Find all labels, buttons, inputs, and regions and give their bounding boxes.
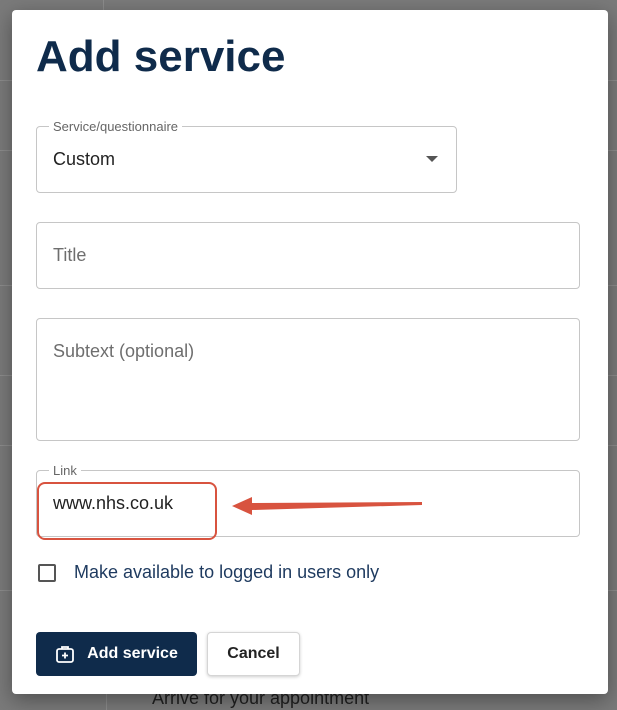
service-select-label: Service/questionnaire [49,119,183,134]
logged-in-only-label[interactable]: Make available to logged in users only [74,562,379,583]
subtext-textarea-placeholder: Subtext (optional) [53,341,195,361]
cancel-button-label: Cancel [227,645,280,662]
more-vert-icon: ⋮ [610,318,617,343]
chevron-down-icon[interactable] [426,156,438,162]
subtext-textarea[interactable]: Subtext (optional) [36,318,580,441]
cancel-button[interactable]: Cancel [207,632,300,676]
title-input[interactable]: Title [36,222,580,289]
add-service-button-label: Add service [87,645,178,662]
medical-bag-icon [56,646,75,663]
logged-in-only-checkbox[interactable] [38,564,56,582]
add-service-button[interactable]: Add service [36,632,197,676]
annotation-highlight-box [37,482,217,540]
more-vert-icon: ⋮ [610,608,617,633]
service-select[interactable]: Service/questionnaire Custom [36,119,457,193]
annotation-arrow-icon [232,497,422,515]
link-input-label: Link [49,463,81,478]
dialog-title: Add service [36,32,286,81]
service-select-value: Custom [53,149,116,169]
add-service-dialog: Add service Service/questionnaire Custom… [12,10,608,694]
more-vert-icon: ⋮ [610,28,617,53]
title-input-placeholder: Title [53,245,87,265]
